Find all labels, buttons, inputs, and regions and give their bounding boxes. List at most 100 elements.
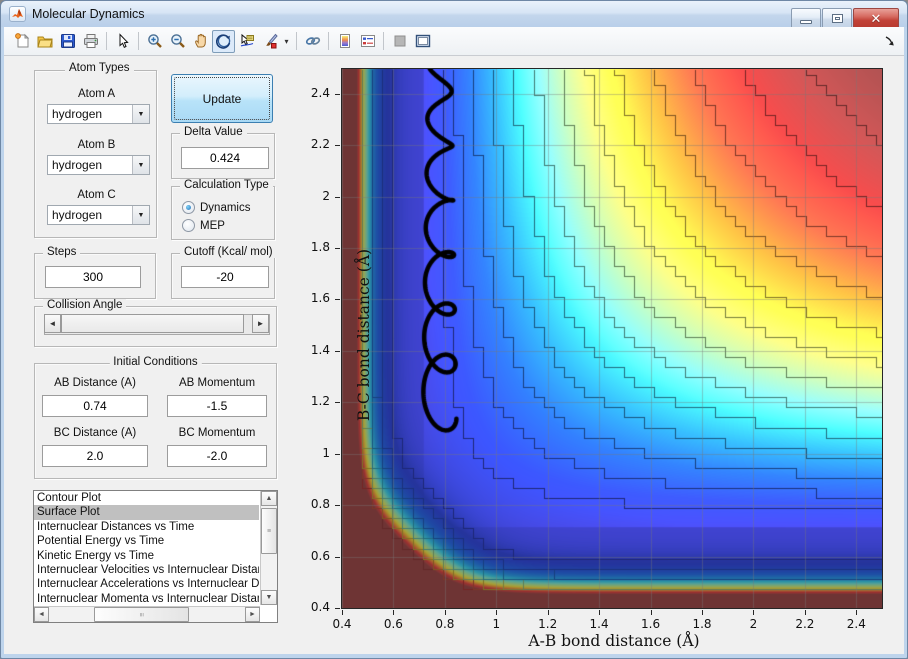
radio-unselected-icon [182,219,195,232]
figure-canvas-area: Atom Types Atom A hydrogen ▼ Atom B hydr… [4,56,904,654]
scroll-left-icon[interactable]: ◄ [34,607,49,622]
plot-type-listbox[interactable]: Contour Plot Surface Plot Internuclear Dis… [33,490,278,623]
x-tick-label: 2 [749,617,758,631]
mep-radio[interactable]: MEP [182,219,225,232]
horizontal-scrollbar[interactable]: ◄ ≡ ► [34,606,260,622]
x-tick-label: 0.4 [332,617,352,631]
new-figure-icon[interactable] [10,30,33,53]
pes-surface-canvas[interactable] [342,69,882,608]
zoom-in-icon[interactable] [143,30,166,53]
toolbar-separator [296,32,297,50]
list-item[interactable]: Internuclear Distances vs Time [34,520,259,534]
initial-conditions-label: Initial Conditions [109,356,202,368]
slider-thumb[interactable] [61,314,244,333]
maximize-button[interactable] [822,8,852,29]
close-icon: ✕ [870,11,882,26]
chevron-down-icon[interactable]: ▼ [132,156,149,174]
list-item[interactable]: Internuclear Accelerations vs Internucle… [34,577,259,591]
y-tick-label: 1 [322,445,330,460]
chevron-down-icon[interactable]: ▼ [132,206,149,224]
toolbar-separator [328,32,329,50]
delta-value-field[interactable] [181,147,269,169]
x-tick [702,610,703,615]
atom-c-select[interactable]: hydrogen ▼ [47,205,150,225]
y-tick [335,145,340,147]
hide-plot-tools-icon[interactable] [388,30,411,53]
y-tick-label: 1.8 [310,240,330,254]
pointer-icon[interactable] [111,30,134,53]
link-plot-icon[interactable] [301,30,324,53]
maximize-icon [831,14,843,23]
calculation-type-label: Calculation Type [180,179,273,191]
list-item[interactable]: Contour Plot [34,491,259,505]
atom-b-label: Atom B [77,139,116,151]
atom-a-label: Atom A [77,88,116,100]
vertical-scroll-thumb[interactable]: ≡ [261,508,277,554]
x-tick [496,610,498,615]
matlab-logo-icon [9,6,26,22]
x-axis-label: A-B bond distance (Å) [528,632,700,650]
list-item[interactable]: Surface Plot [34,505,259,520]
x-tick [342,610,343,615]
insert-legend-icon[interactable] [356,30,379,53]
y-tick-label: 2 [322,188,330,203]
minimize-button[interactable] [791,8,821,29]
rotate-3d-icon[interactable] [212,29,235,53]
data-cursor-icon[interactable] [235,30,258,53]
y-tick-label: 2.2 [310,137,330,152]
list-item[interactable]: Kinetic Energy vs Time [34,549,259,563]
collision-angle-slider[interactable]: ◄ ► [44,314,270,335]
atom-types-label: Atom Types [65,62,134,74]
save-icon[interactable] [56,30,79,53]
titlebar[interactable]: Molecular Dynamics ✕ [1,1,907,29]
x-tick [393,610,395,615]
vertical-scrollbar[interactable]: ▲ ≡ ▼ [260,491,277,605]
y-tick [335,196,340,198]
x-tick [444,610,446,615]
pes-plot[interactable] [341,68,883,609]
bc-momentum-field[interactable] [167,445,267,467]
insert-colorbar-icon[interactable] [333,30,356,53]
print-icon[interactable] [79,30,102,53]
dock-figure-arrow-icon[interactable] [884,35,896,50]
atom-a-select[interactable]: hydrogen ▼ [47,104,150,124]
scroll-up-icon[interactable]: ▲ [261,491,277,506]
slider-right-arrow-icon[interactable]: ► [252,314,269,333]
y-tick-label: 0.6 [310,548,330,563]
ab-momentum-field[interactable] [167,395,267,417]
atom-a-value: hydrogen [52,107,103,121]
list-item[interactable]: Potential Energy vs Time [34,534,259,548]
zoom-out-icon[interactable] [166,30,189,53]
slider-track[interactable] [244,315,252,334]
brush-icon[interactable] [258,30,281,53]
x-tick-label: 1.4 [589,617,609,631]
x-tick-label: 2.4 [846,617,866,631]
close-button[interactable]: ✕ [853,8,899,29]
horizontal-scroll-thumb[interactable]: ≡ [94,607,189,622]
show-plot-tools-icon[interactable] [411,30,434,53]
radio-selected-icon [182,201,195,214]
y-tick-label: 1.6 [310,291,330,306]
chevron-down-icon[interactable]: ▼ [132,105,149,123]
x-tick-label: 1.8 [692,617,712,631]
update-button[interactable]: Update [171,74,273,123]
x-tick-label: 1.2 [538,617,558,631]
atom-b-select[interactable]: hydrogen ▼ [47,155,150,175]
cutoff-field[interactable] [181,266,269,288]
list-item[interactable]: Internuclear Momenta vs Internuclear Dis… [34,592,259,606]
brush-dropdown-caret[interactable]: ▾ [281,30,292,53]
ab-distance-field[interactable] [42,395,148,417]
scroll-right-icon[interactable]: ► [245,607,260,622]
x-tick-label: 2.2 [795,617,815,631]
list-item[interactable]: Internuclear Velocities vs Internuclear … [34,563,259,577]
pan-icon[interactable] [189,30,212,53]
steps-field[interactable] [45,266,141,288]
open-file-icon[interactable] [33,30,56,53]
bc-distance-field[interactable] [42,445,148,467]
scroll-down-icon[interactable]: ▼ [261,590,277,605]
dynamics-radio[interactable]: Dynamics [182,201,250,214]
y-tick-label: 0.4 [310,600,330,614]
slider-left-arrow-icon[interactable]: ◄ [44,314,61,333]
toolbar-separator [106,32,107,50]
x-tick-label: 1.6 [641,617,661,631]
